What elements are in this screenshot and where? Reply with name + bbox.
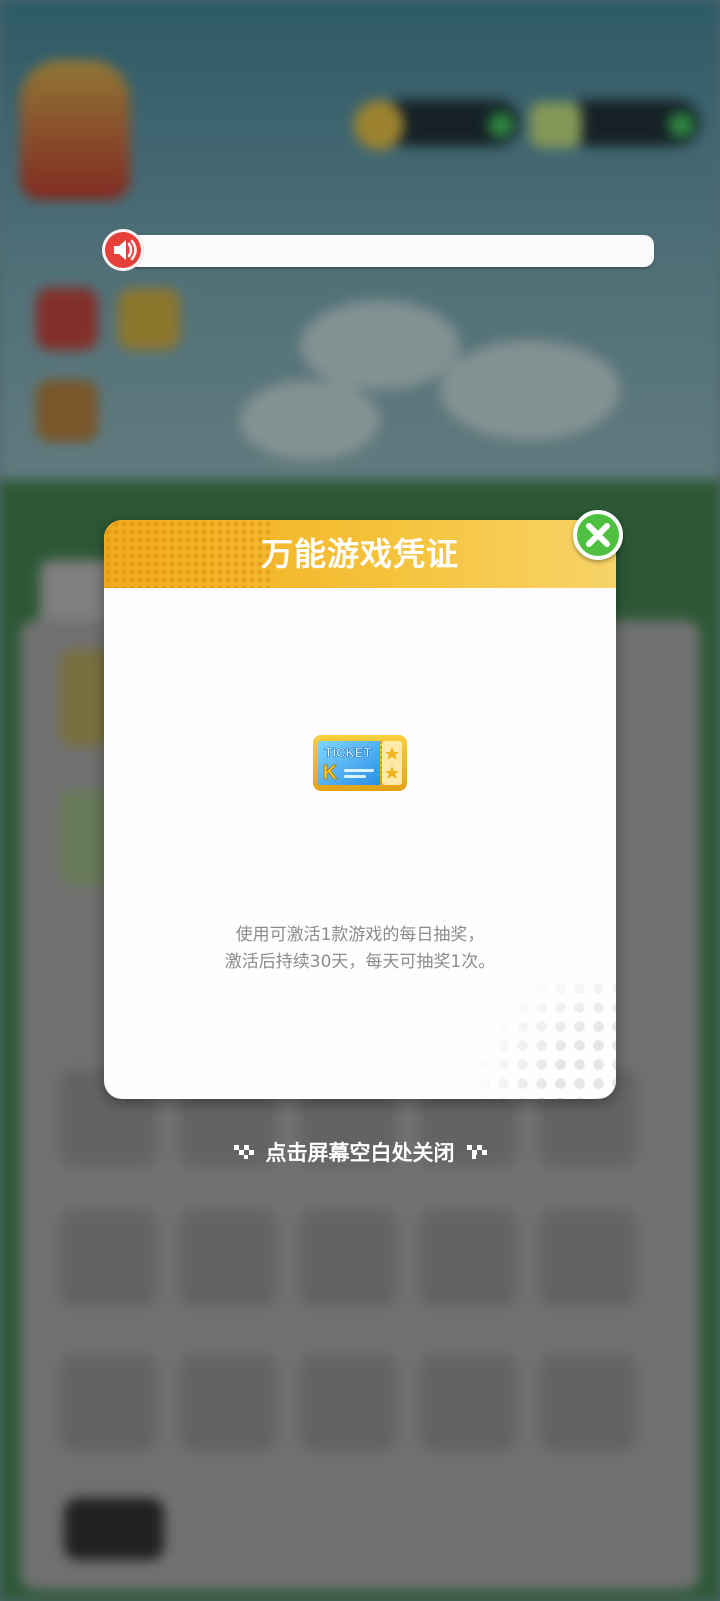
tap-to-close-hint: 点击屏幕空白处关闭 [0, 1134, 720, 1170]
description-line-1: 使用可激活1款游戏的每日抽奖， [235, 925, 485, 945]
item-detail-modal: 万能游戏凭证 TICKET K 使用可激活1款游戏的每日抽奖， 激活后持续30天… [104, 520, 616, 1099]
tap-to-close-text: 点击屏幕空白处关闭 [265, 1141, 455, 1165]
description-line-2: 激活后持续30天，每天可抽奖1次。 [224, 952, 496, 972]
speaker-icon [102, 229, 144, 271]
modal-header: 万能游戏凭证 [104, 520, 616, 588]
ticket-label: TICKET [325, 745, 372, 760]
ticket-icon: TICKET K [312, 733, 408, 793]
checker-right-icon [466, 1145, 487, 1159]
item-description: 使用可激活1款游戏的每日抽奖， 激活后持续30天，每天可抽奖1次。 [124, 922, 596, 976]
announcement-text-area [128, 235, 654, 267]
close-button[interactable] [573, 510, 623, 560]
modal-title: 万能游戏凭证 [260, 535, 459, 573]
corner-dot-pattern [456, 979, 616, 1099]
ticket-letter: K [323, 762, 338, 784]
checker-left-icon [233, 1145, 254, 1159]
close-icon [586, 523, 610, 547]
announcement-bar [102, 229, 654, 271]
